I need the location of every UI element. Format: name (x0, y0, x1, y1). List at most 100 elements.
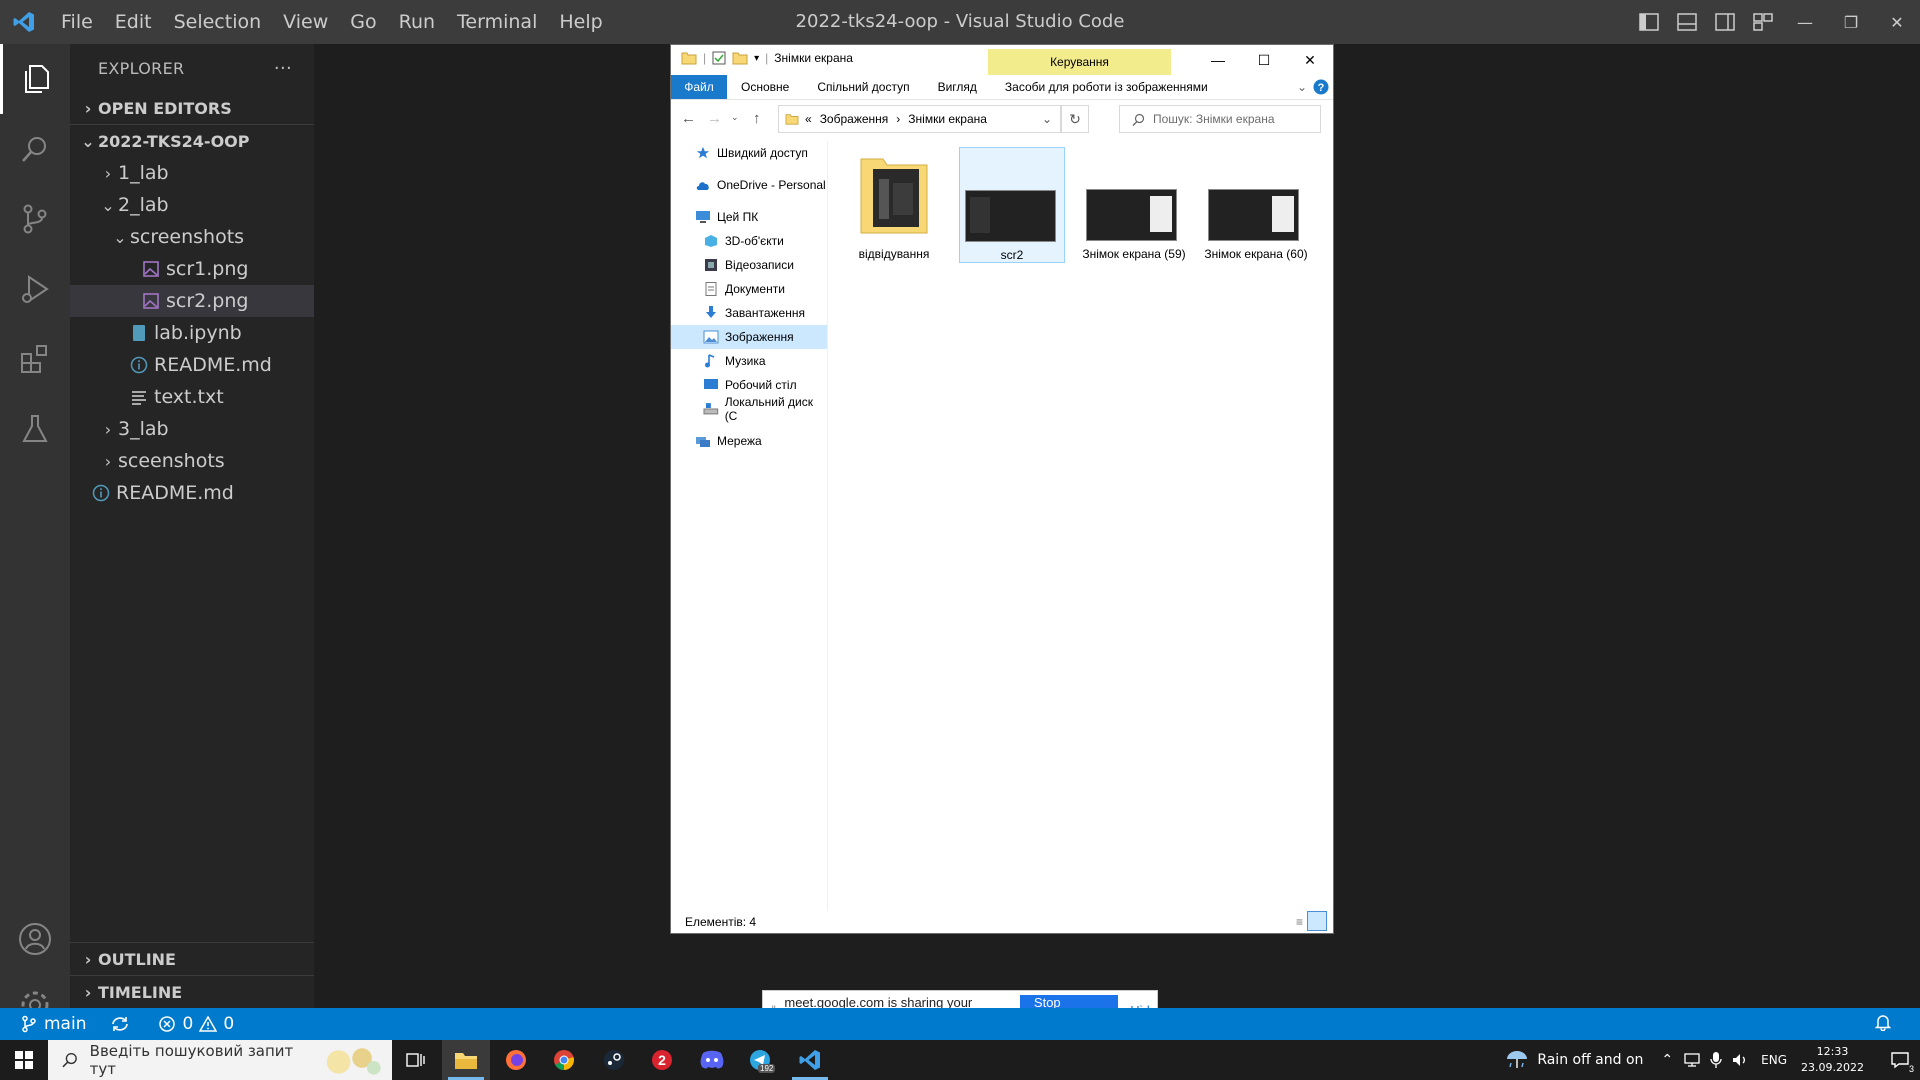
more-actions-button[interactable]: ··· (274, 58, 292, 79)
menu-terminal[interactable]: Terminal (457, 11, 537, 33)
menu-go[interactable]: Go (350, 11, 376, 33)
tree-item-scr2[interactable]: scr2.png (70, 285, 314, 317)
microphone-icon[interactable] (1709, 1051, 1723, 1069)
menu-help[interactable]: Help (559, 11, 602, 33)
branch-status[interactable]: main (20, 1014, 86, 1034)
activity-run-debug[interactable] (0, 254, 70, 324)
tree-item-3-lab[interactable]: › 3_lab (70, 413, 314, 445)
nav-music[interactable]: Музика (671, 349, 827, 373)
activity-source-control[interactable] (0, 184, 70, 254)
menu-edit[interactable]: Edit (115, 11, 152, 33)
new-folder-icon[interactable] (732, 51, 748, 65)
file-item-screenshot-60[interactable]: Знімок екрана (60) (1203, 147, 1309, 263)
tree-item-sceenshots[interactable]: › sceenshots (70, 445, 314, 477)
taskbar-app-2[interactable]: 2 (638, 1040, 686, 1080)
large-icons-view-icon[interactable] (1307, 911, 1327, 931)
tree-item-2-lab[interactable]: ⌄ 2_lab (70, 189, 314, 221)
tree-item-1-lab[interactable]: › 1_lab (70, 157, 314, 189)
close-button[interactable]: ✕ (1874, 0, 1920, 44)
nav-downloads[interactable]: Завантаження (671, 301, 827, 325)
nav-desktop[interactable]: Робочий стіл (671, 373, 827, 397)
breadcrumb-overflow[interactable]: « (805, 112, 812, 126)
clock[interactable]: 12:33 23.09.2022 (1801, 1044, 1864, 1076)
menu-view[interactable]: View (283, 11, 328, 33)
nav-local-disk[interactable]: Локальний диск (C (671, 395, 827, 423)
ribbon-tab-picture-tools[interactable]: Засоби для роботи із зображеннями (1005, 80, 1208, 94)
tree-item-lab-ipynb[interactable]: lab.ipynb (70, 317, 314, 349)
tree-item-root-readme[interactable]: README.md (70, 477, 314, 509)
minimize-button[interactable]: — (1782, 0, 1828, 44)
breadcrumb-screenshots[interactable]: Знімки екрана (908, 112, 987, 126)
refresh-button[interactable]: ↻ (1061, 105, 1089, 133)
nav-onedrive[interactable]: OneDrive - Personal (671, 173, 827, 197)
ribbon-tab-file[interactable]: Файл (671, 75, 727, 99)
tree-item-scr1[interactable]: scr1.png (70, 253, 314, 285)
network-icon[interactable] (1683, 1052, 1701, 1068)
nav-videos[interactable]: Відеозаписи (671, 253, 827, 277)
explorer-search-input[interactable]: Пошук: Знімки екрана (1119, 105, 1321, 133)
nav-3d-objects[interactable]: 3D-об'єкти (671, 229, 827, 253)
menu-run[interactable]: Run (399, 11, 435, 33)
file-item-scr2[interactable]: scr2 (959, 147, 1065, 263)
breadcrumb-pictures[interactable]: Зображення (820, 112, 889, 126)
recent-locations-icon[interactable]: ⌄ (731, 112, 739, 123)
details-view-icon[interactable]: ≡ (1296, 915, 1303, 929)
activity-accounts[interactable] (0, 904, 70, 974)
notifications-button[interactable] (1874, 1013, 1898, 1036)
forward-arrow-icon[interactable]: → (707, 110, 722, 127)
problems-status[interactable]: 0 0 (158, 1014, 234, 1034)
activity-testing[interactable] (0, 394, 70, 464)
timeline-section[interactable]: › TIMELINE (70, 975, 314, 1008)
taskbar-file-explorer[interactable] (442, 1040, 490, 1080)
ribbon-expand-icon[interactable]: ⌄ (1297, 80, 1307, 94)
chevron-up-icon[interactable]: ⌃ (1661, 1052, 1673, 1068)
nav-pictures[interactable]: Зображення (671, 325, 827, 349)
tree-item-readme[interactable]: README.md (70, 349, 314, 381)
open-editors-section[interactable]: › OPEN EDITORS (70, 92, 314, 124)
quick-access-dropdown[interactable]: ▾ (754, 53, 759, 64)
activity-extensions[interactable] (0, 324, 70, 394)
language-indicator[interactable]: ENG (1761, 1053, 1787, 1067)
tree-item-text-txt[interactable]: text.txt (70, 381, 314, 413)
explorer-close-button[interactable]: ✕ (1287, 45, 1333, 75)
ribbon-tab-home[interactable]: Основне (741, 80, 789, 94)
taskbar-steam[interactable] (590, 1040, 638, 1080)
taskbar-discord[interactable] (688, 1040, 736, 1080)
ribbon-tab-view[interactable]: Вигляд (938, 80, 977, 94)
properties-icon[interactable] (712, 51, 726, 65)
activity-search[interactable] (0, 114, 70, 184)
volume-icon[interactable] (1731, 1052, 1749, 1068)
toggle-panel-icon[interactable] (1676, 11, 1698, 33)
address-box[interactable]: « Зображення › Знімки екрана ⌄ (778, 105, 1061, 133)
nav-documents[interactable]: Документи (671, 277, 827, 301)
outline-section[interactable]: › OUTLINE (70, 942, 314, 975)
help-icon[interactable]: ? (1313, 79, 1329, 95)
tree-item-screenshots[interactable]: ⌄ screenshots (70, 221, 314, 253)
toggle-secondary-sidebar-icon[interactable] (1714, 11, 1736, 33)
address-dropdown-icon[interactable]: ⌄ (1042, 112, 1052, 126)
action-center-button[interactable]: 3 (1880, 1040, 1920, 1080)
start-button[interactable] (0, 1040, 48, 1080)
project-section[interactable]: ⌄ 2022-TKS24-OOP (70, 124, 314, 157)
weather-rain-icon[interactable] (1505, 1049, 1529, 1071)
back-arrow-icon[interactable]: ← (681, 110, 696, 127)
customize-layout-icon[interactable] (1752, 11, 1774, 33)
sync-button[interactable] (110, 1015, 136, 1033)
task-view-button[interactable] (392, 1040, 440, 1080)
menu-file[interactable]: File (61, 11, 93, 33)
file-item-screenshot-59[interactable]: Знімок екрана (59) (1081, 147, 1187, 263)
nav-network[interactable]: Мережа (671, 429, 827, 453)
nav-this-pc[interactable]: Цей ПК (671, 205, 827, 229)
nav-quick-access[interactable]: Швидкий доступ (671, 141, 827, 165)
restore-button[interactable]: ❐ (1828, 0, 1874, 44)
ribbon-tab-share[interactable]: Спільний доступ (817, 80, 909, 94)
menu-selection[interactable]: Selection (174, 11, 262, 33)
taskbar-search-input[interactable]: Введіть пошуковий запит тут (48, 1040, 392, 1080)
explorer-maximize-button[interactable]: ☐ (1241, 45, 1287, 75)
up-arrow-icon[interactable]: ↑ (753, 110, 761, 127)
activity-explorer[interactable] (0, 44, 70, 114)
weather-text[interactable]: Rain off and on (1537, 1052, 1643, 1068)
file-item-folder[interactable]: відвідування (841, 147, 947, 263)
taskbar-vscode[interactable] (786, 1040, 834, 1080)
taskbar-telegram[interactable]: 192 (736, 1040, 784, 1080)
